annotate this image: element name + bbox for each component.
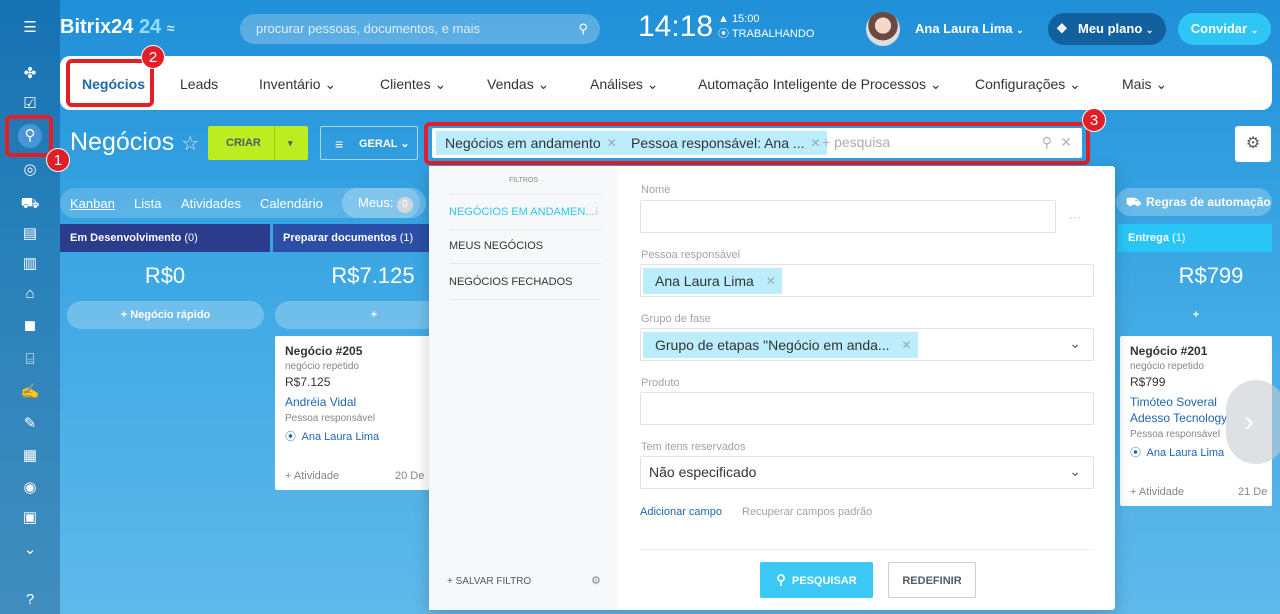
filter-presets-panel: FILTROS NEGÓCIOS EM ANDAMEN... ⫰ MEUS NEG… <box>429 166 617 610</box>
divider <box>640 549 1094 550</box>
user-name[interactable]: Ana Laura Lima ⌄ <box>915 21 1024 36</box>
automation-rules-button[interactable]: ⛟ Regras de automação <box>1116 188 1272 216</box>
chevron-down-icon[interactable]: ⌄ <box>1069 463 1081 480</box>
product-field[interactable] <box>640 392 1094 425</box>
left-rail: ☰ ✤ ☑ ⚲ ◎ ⛟ ▤ ▥ ⌂ ◼ ⌸ ✍ ✎ ▦ ◉ ▣ ⌄ ? <box>0 0 60 614</box>
tab-leads[interactable]: Leads <box>180 76 218 92</box>
add-field-link[interactable]: Adicionar campo <box>640 506 722 518</box>
more-icon[interactable]: ⌄ <box>20 540 40 560</box>
stage-group-select[interactable]: Grupo de etapas "Negócio em anda... ✕ ⌄ <box>640 328 1094 361</box>
column-sum: R$799 <box>1178 263 1244 288</box>
tab-inventario[interactable]: Inventário ⌄ <box>259 76 336 93</box>
my-counter[interactable]: Meus: 0 <box>342 188 426 218</box>
invite-button[interactable]: Convidar ⌄ <box>1178 13 1271 45</box>
cart-icon[interactable]: ⛟ <box>20 194 40 214</box>
apps-icon[interactable]: ▣ <box>20 508 40 528</box>
callout-box-2 <box>66 59 154 107</box>
callout-badge-2: 2 <box>141 45 165 69</box>
search-button[interactable]: ⚲ PESQUISAR <box>760 562 873 598</box>
reset-button[interactable]: REDEFINIR <box>888 562 976 598</box>
save-filter-button[interactable]: + SALVAR FILTRO <box>447 576 531 587</box>
add-activity-link[interactable]: + Atividade <box>285 470 339 482</box>
my-plan-button[interactable]: ❖ Meu plano ⌄ <box>1048 13 1166 45</box>
tab-clientes[interactable]: Clientes ⌄ <box>380 76 446 93</box>
bank-icon[interactable]: ⌸ <box>20 350 40 370</box>
clock[interactable]: 14:18 <box>638 10 713 44</box>
global-search-input[interactable]: procurar pessoas, documentos, e mais ⚲ <box>240 14 600 44</box>
preset-my-deals[interactable]: MEUS NEGÓCIOS <box>449 240 601 264</box>
document-icon[interactable]: ✎ <box>20 414 40 434</box>
settings-gear-button[interactable]: ⚙ <box>1235 126 1271 162</box>
preset-in-progress[interactable]: NEGÓCIOS EM ANDAMEN... ⫰ <box>449 194 601 230</box>
create-button[interactable]: CRIAR ▾ <box>208 126 308 160</box>
feed-icon[interactable]: ✤ <box>20 64 40 84</box>
target-icon[interactable]: ◎ <box>20 160 40 180</box>
close-icon[interactable]: ✕ <box>902 332 912 358</box>
calendar-icon[interactable]: ▦ <box>20 446 40 466</box>
add-activity-link[interactable]: + Atividade <box>1130 486 1184 498</box>
page-title: Negócios ☆ <box>70 128 200 156</box>
avatar[interactable] <box>866 12 900 46</box>
quick-deal-button[interactable]: + Negócio rápido <box>67 301 264 329</box>
pin-icon[interactable]: ⫰ <box>594 206 599 219</box>
tasks-icon[interactable]: ☑ <box>20 94 40 114</box>
general-button[interactable]: ≡ GERAL ⌄ <box>320 126 418 160</box>
column-sum: R$0 <box>144 263 186 288</box>
tab-analises[interactable]: Análises ⌄ <box>590 76 659 93</box>
view-atividades[interactable]: Atividades <box>181 196 241 211</box>
chevron-down-icon[interactable]: ▾ <box>288 126 293 160</box>
callout-box-1 <box>5 115 53 157</box>
tab-automacao[interactable]: Automação Inteligente de Processos ⌄ <box>698 76 942 93</box>
tab-mais[interactable]: Mais ⌄ <box>1122 76 1167 93</box>
star-icon[interactable]: ☆ <box>181 133 199 155</box>
responsible-tag[interactable]: Ana Laura Lima ✕ <box>643 268 782 294</box>
deal-title[interactable]: Negócio #201 <box>1130 344 1262 358</box>
column-header[interactable]: Em Desenvolvimento (0) <box>60 224 270 252</box>
chevron-right-icon: › <box>1244 405 1254 438</box>
preset-closed-deals[interactable]: NEGÓCIOS FECHADOS <box>449 276 601 300</box>
contact-card-icon[interactable]: ▤ <box>20 224 40 244</box>
callout-badge-3: 3 <box>1082 108 1106 132</box>
callout-badge-1: 1 <box>46 148 70 172</box>
close-icon[interactable]: ✕ <box>766 268 776 294</box>
view-kanban[interactable]: Kanban <box>70 196 115 211</box>
record-icon[interactable]: ◉ <box>20 478 40 498</box>
responsible-field[interactable]: Ana Laura Lima ✕ <box>640 264 1094 297</box>
robot-icon: ⛟ <box>1126 195 1142 209</box>
tab-configuracoes[interactable]: Configurações ⌄ <box>975 76 1081 93</box>
column-header[interactable]: Entrega (1) <box>1118 224 1272 252</box>
stage-group-tag[interactable]: Grupo de etapas "Negócio em anda... ✕ <box>643 332 918 358</box>
sign-icon[interactable]: ✍ <box>20 382 40 402</box>
restore-fields-link[interactable]: Recuperar campos padrão <box>742 506 872 518</box>
plan-icon: ❖ <box>1056 21 1068 36</box>
logo[interactable]: Bitrix24 24 ≈ <box>60 16 174 39</box>
box-icon[interactable]: ◼ <box>20 316 40 336</box>
robot-icon[interactable]: ⌂ <box>20 284 40 304</box>
view-calendario[interactable]: Calendário <box>260 196 323 211</box>
tab-vendas[interactable]: Vendas ⌄ <box>487 76 549 93</box>
menu-icon[interactable]: ☰ <box>20 18 40 38</box>
view-lista[interactable]: Lista <box>134 196 161 211</box>
chevron-down-icon[interactable]: ⌄ <box>1069 335 1081 352</box>
callout-box-3 <box>424 122 1090 165</box>
search-icon[interactable]: ⚲ <box>578 14 588 44</box>
help-icon[interactable]: ? <box>20 590 40 610</box>
scroll-right-arrow[interactable]: › <box>1226 380 1280 464</box>
filter-popup: FILTROS NEGÓCIOS EM ANDAMEN... ⫰ MEUS NEG… <box>429 166 1115 610</box>
worktime-status[interactable]: ▲ 15:00 ⦿ TRABALHANDO <box>718 12 814 42</box>
quick-add-button[interactable]: + <box>1120 301 1272 329</box>
filter-icon: ≡ <box>335 136 344 152</box>
name-field[interactable] <box>640 200 1056 233</box>
search-icon: ⚲ <box>776 572 786 587</box>
crm-nav: Negócios Leads Inventário ⌄ Clientes ⌄ V… <box>60 56 1272 110</box>
gear-icon[interactable]: ⚙ <box>591 574 601 587</box>
reserved-items-select[interactable]: Não especificado ⌄ <box>640 456 1094 489</box>
analytics-icon[interactable]: ▥ <box>20 254 40 274</box>
more-options-icon[interactable]: ··· <box>1069 210 1081 224</box>
gear-icon: ⚙ <box>1245 135 1261 152</box>
